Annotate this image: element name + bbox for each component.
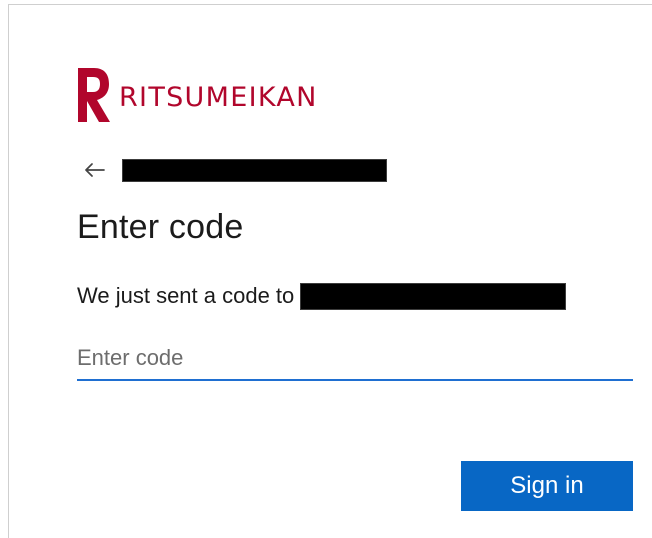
redacted-code-destination	[300, 283, 567, 310]
page-title: Enter code	[77, 208, 244, 246]
code-sent-message: We just sent a code to	[77, 281, 567, 310]
code-sent-text: We just sent a code to	[77, 282, 295, 308]
sign-in-button[interactable]: Sign in	[461, 461, 633, 511]
ritsumeikan-r-logo	[78, 68, 110, 122]
ritsumeikan-logo: RITSUMEIKAN	[75, 66, 318, 124]
brand-name: RITSUMEIKAN	[119, 81, 318, 113]
sign-in-page: RITSUMEIKAN Enter code We just sent a co…	[0, 0, 652, 538]
redacted-account-name	[122, 158, 387, 182]
account-identity-row	[84, 156, 387, 184]
arrow-left-icon[interactable]	[84, 159, 106, 181]
sign-in-card: RITSUMEIKAN Enter code We just sent a co…	[8, 4, 652, 538]
verification-code-input[interactable]	[77, 337, 633, 381]
